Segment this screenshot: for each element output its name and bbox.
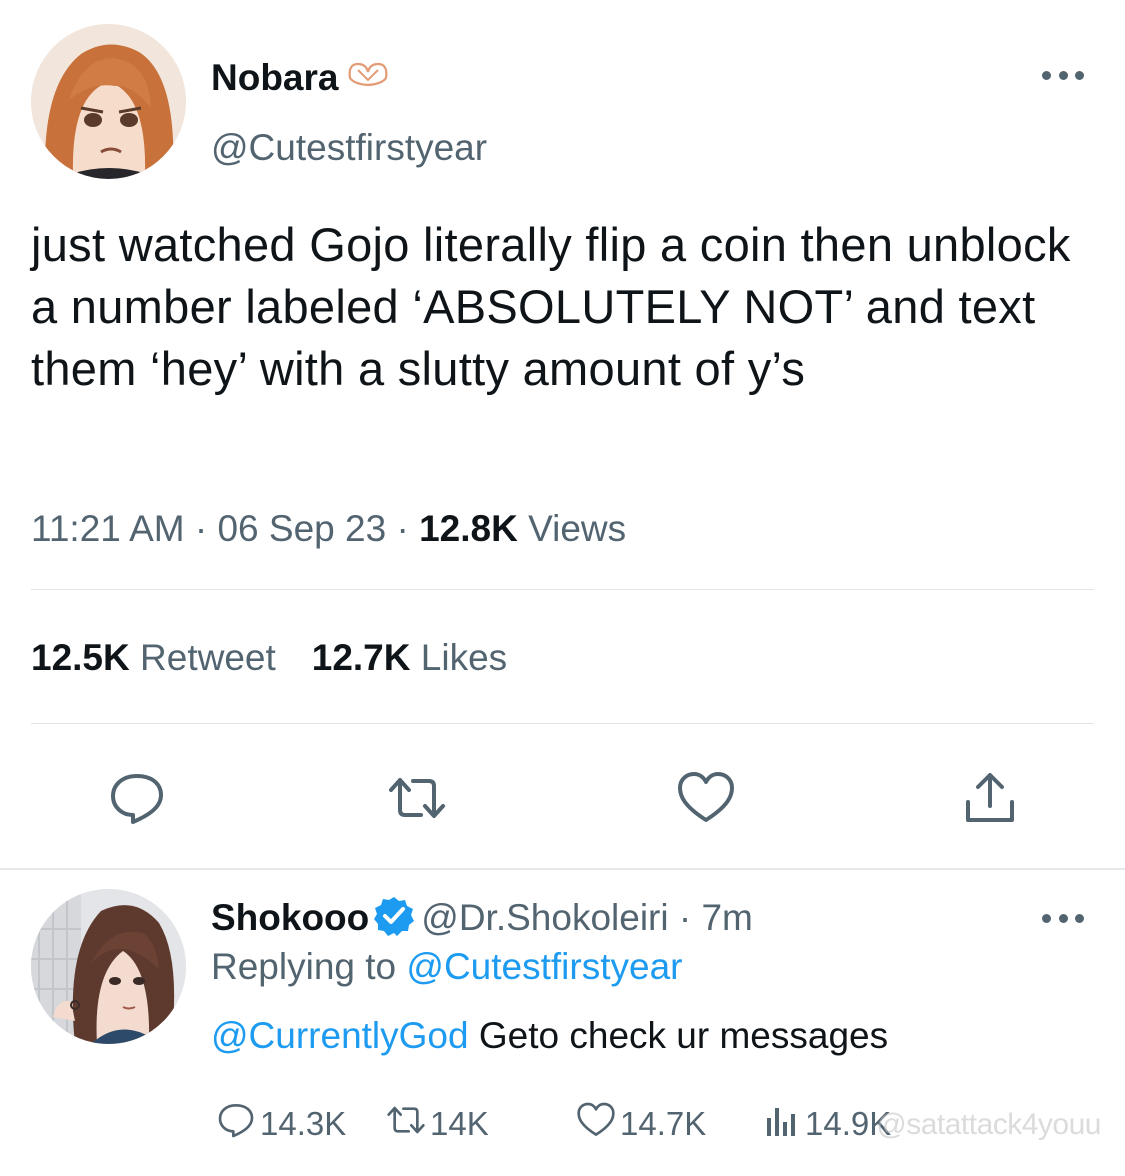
divider — [31, 723, 1094, 724]
display-name[interactable]: Nobara — [211, 52, 390, 102]
reply-body: Geto check ur messages — [478, 1015, 889, 1056]
reply-icon[interactable] — [107, 770, 167, 826]
reply-reply-action[interactable]: 14.3K — [216, 1100, 386, 1148]
reply-text: @CurrentlyGod Geto check ur messages — [211, 1010, 888, 1062]
handle[interactable]: @Cutestfirstyear — [211, 124, 487, 172]
reply-header: Shokooo @Dr.Shokoleiri · 7m — [211, 894, 753, 942]
views-label: Views — [528, 508, 627, 549]
share-icon[interactable] — [960, 770, 1020, 826]
reply-reply-count: 14.3K — [260, 1105, 347, 1142]
tweet-page: Nobara @Cutestfirstyear just watched Goj… — [0, 0, 1125, 1176]
meta-separator: · — [194, 508, 208, 549]
views-count: 12.8K — [419, 508, 518, 549]
retweets-stat[interactable]: 12.5K Retweet — [31, 637, 276, 678]
mention-link[interactable]: @CurrentlyGod — [211, 1015, 469, 1056]
reply-retweet-count: 14K — [430, 1105, 489, 1142]
like-icon[interactable] — [676, 770, 736, 826]
tweet-time[interactable]: 11:21 AM — [31, 508, 185, 549]
tweet-text: just watched Gojo literally flip a coin … — [31, 218, 1071, 395]
replying-to-line: Replying to @Cutestfirstyear — [211, 943, 682, 991]
likes-count: 12.7K — [311, 637, 411, 678]
tweet-date[interactable]: 06 Sep 23 — [217, 508, 386, 549]
watermark: @satattack4youu — [876, 1108, 1101, 1141]
reply-views-action[interactable]: 14.9K — [761, 1100, 891, 1148]
reply-handle[interactable]: @Dr.Shokoleiri — [421, 897, 668, 938]
reply-time[interactable]: 7m — [701, 897, 752, 938]
meta-separator: · — [396, 508, 409, 549]
reply-action-bar: 14.3K 14K 14.7K 14.9K — [216, 1102, 891, 1146]
reply-separator: · — [678, 897, 692, 938]
verified-badge-icon — [373, 895, 415, 937]
replying-label: Replying to — [211, 946, 397, 987]
engagement-stats: 12.5K Retweet 12.7K Likes — [31, 634, 507, 682]
reply-icon — [216, 1100, 260, 1148]
divider — [0, 868, 1125, 870]
likes-stat[interactable]: 12.7K Likes — [312, 637, 507, 678]
divider — [31, 589, 1094, 590]
retweet-icon[interactable] — [387, 770, 447, 826]
views-icon — [761, 1100, 805, 1148]
reply-like-count: 14.7K — [620, 1105, 707, 1142]
retweets-label: Retweet — [140, 637, 276, 678]
avatar[interactable] — [31, 24, 186, 179]
reply-more-options-icon[interactable] — [1042, 903, 1084, 933]
reply-avatar[interactable] — [31, 889, 186, 1044]
reply-like-action[interactable]: 14.7K — [576, 1100, 761, 1148]
more-options-icon[interactable] — [1042, 60, 1084, 90]
like-icon — [576, 1100, 620, 1148]
reply-retweet-action[interactable]: 14K — [386, 1100, 576, 1148]
replying-to-link[interactable]: @Cutestfirstyear — [406, 946, 682, 987]
reply-display-name[interactable]: Shokooo — [211, 897, 369, 938]
likes-label: Likes — [420, 637, 508, 678]
tweet-meta: 11:21 AM · 06 Sep 23 · 12.8K Views — [31, 505, 626, 553]
display-name-text: Nobara — [211, 57, 339, 98]
retweet-icon — [386, 1100, 430, 1148]
heart-hands-emoji-icon — [346, 52, 390, 100]
retweets-count: 12.5K — [31, 637, 130, 678]
